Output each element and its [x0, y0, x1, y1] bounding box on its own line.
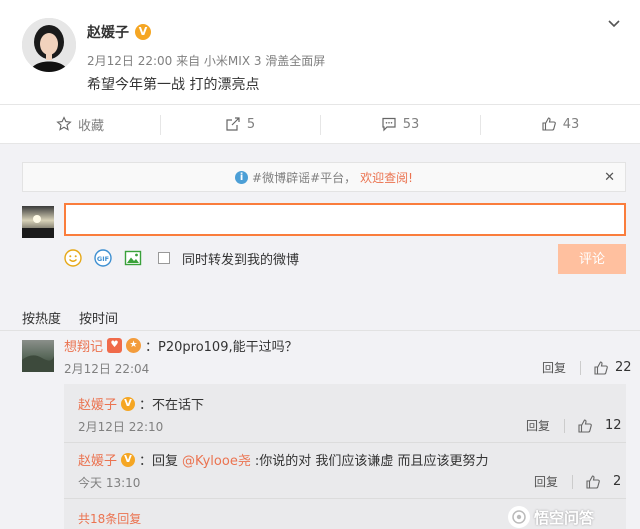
emoji-icon[interactable] — [64, 249, 82, 267]
reply-button[interactable]: 回复 — [534, 473, 558, 490]
comment-icon — [382, 117, 396, 132]
reply-actions: 回复 2 — [534, 473, 621, 490]
reply-time: 2月12日 22:10 — [78, 420, 164, 434]
info-icon: i — [235, 170, 249, 184]
list-item: 赵媛子 V ：回复 @Kylooe尧:你说的对 我们应该谦虚 而且应该更努力 — [78, 450, 488, 469]
chevron-down-icon[interactable] — [608, 18, 620, 30]
vip-badge-icon: V — [135, 24, 151, 40]
reply-actions: 回复 12 — [526, 417, 622, 434]
reply-like-count: 2 — [613, 474, 622, 489]
gif-label: GIF — [97, 255, 109, 263]
my-avatar[interactable] — [22, 206, 54, 238]
watermark-text: 悟空问答 — [534, 508, 595, 527]
reply-time: 今天 13:10 — [78, 476, 141, 490]
list-item: 赵媛子 V ：不在话下 — [78, 394, 204, 413]
favorite-label: 收藏 — [77, 118, 104, 134]
post-action-bar: 收藏 5 53 43 — [0, 104, 640, 144]
divider — [64, 498, 626, 499]
reply-username[interactable]: 赵媛子 — [78, 450, 117, 469]
image-icon[interactable] — [124, 249, 142, 267]
comment-text: ：P20pro109,能干过吗？ — [145, 340, 298, 355]
comment-like-count: 22 — [615, 360, 632, 375]
mention-link[interactable]: @Kylooe尧 — [182, 450, 251, 469]
star-icon — [56, 116, 72, 131]
close-icon[interactable]: ✕ — [604, 170, 615, 185]
notice-link[interactable]: 欢迎查阅! — [360, 169, 413, 186]
favorite-button[interactable]: 收藏 — [0, 105, 160, 143]
like-button[interactable]: 43 — [480, 105, 640, 143]
divider — [572, 474, 574, 489]
reply-text: :你说的对 我们应该谦虚 而且应该更努力 — [254, 454, 489, 469]
watermark: 悟空问答 — [508, 506, 594, 528]
comment-button[interactable]: 53 — [320, 105, 480, 143]
comment-line: 想翔记 ♥ ★ ：P20pro109,能干过吗？ — [64, 336, 298, 355]
author-name[interactable]: 赵媛子 — [87, 22, 129, 42]
comment-input[interactable] — [64, 203, 626, 236]
sort-by-hot-tab[interactable]: 按热度 — [22, 308, 61, 327]
sort-by-time-tab[interactable]: 按时间 — [79, 308, 118, 327]
more-replies-link[interactable]: 共18条回复 — [78, 510, 141, 527]
comment-actions: 回复 22 — [542, 359, 632, 376]
weibo-post: 赵媛子 V 2月12日 22:00 来自 小米MIX 3 滑盖全面屏 希望今年第… — [0, 0, 640, 104]
rumor-notice: i #微博辟谣#平台， 欢迎查阅! ✕ — [22, 162, 626, 192]
repost-button[interactable]: 5 — [160, 105, 320, 143]
vip-badge-icon: V — [121, 452, 136, 467]
notice-text: #微博辟谣#平台， — [252, 170, 357, 185]
reply-prefix: ：回复 — [139, 454, 179, 469]
repost-checkbox-label: 同时转发到我的微博 — [182, 252, 300, 268]
comment-time: 2月12日 22:04 — [64, 362, 150, 376]
comment-sort: 按热度 按时间 — [22, 308, 118, 327]
divider — [64, 442, 626, 443]
gif-icon[interactable]: GIF — [94, 249, 112, 267]
repost-icon — [226, 117, 240, 131]
divider — [564, 418, 566, 433]
reply-username[interactable]: 赵媛子 — [78, 394, 117, 413]
wukong-logo-icon — [508, 506, 530, 528]
vip-badge-icon: V — [121, 396, 136, 411]
submit-comment-button[interactable]: 评论 — [558, 244, 626, 274]
post-meta: 2月12日 22:00 来自 小米MIX 3 滑盖全面屏 — [87, 54, 326, 68]
thumbs-up-icon — [542, 117, 556, 131]
commenter-avatar[interactable] — [22, 340, 54, 372]
reply-button[interactable]: 回复 — [542, 359, 566, 376]
thumbs-up-icon[interactable] — [585, 474, 601, 490]
comment-section: i #微博辟谣#平台， 欢迎查阅! ✕ GIF 同时转发到我的微博 评论 按热度… — [0, 144, 640, 529]
divider — [580, 360, 582, 375]
composer-tools: GIF 同时转发到我的微博 — [64, 246, 299, 270]
repost-count: 5 — [246, 116, 256, 132]
reply-like-count: 12 — [605, 418, 622, 433]
divider — [0, 330, 640, 331]
like-count: 43 — [562, 116, 580, 132]
comment-username[interactable]: 想翔记 — [64, 336, 103, 355]
repost-checkbox[interactable] — [158, 252, 170, 264]
member-badge-icon: ♥ — [107, 338, 123, 353]
thumbs-up-icon[interactable] — [577, 418, 593, 434]
comment-count: 53 — [402, 116, 420, 132]
reply-button[interactable]: 回复 — [526, 417, 550, 434]
post-author[interactable]: 赵媛子 V — [87, 22, 151, 42]
level-badge-icon: ★ — [126, 338, 142, 353]
reply-text: ：不在话下 — [139, 398, 205, 413]
post-text: 希望今年第一战 打的漂亮点 — [87, 77, 260, 93]
thumbs-up-icon[interactable] — [593, 360, 609, 376]
author-avatar[interactable] — [22, 18, 76, 72]
